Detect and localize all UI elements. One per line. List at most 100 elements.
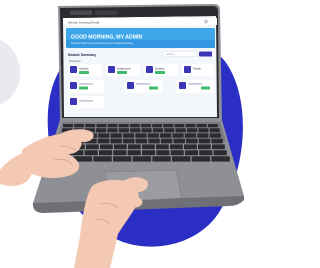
keyboard-key[interactable] (185, 124, 196, 128)
tile-icon (127, 82, 134, 89)
user-avatar[interactable] (204, 19, 208, 24)
keyboard-key[interactable] (128, 144, 141, 150)
keyboard-key[interactable] (191, 156, 211, 162)
tile-icon (70, 66, 77, 73)
keyboard-key[interactable] (209, 128, 220, 133)
keyboard-key[interactable] (74, 124, 85, 128)
keyboard-key[interactable] (118, 124, 129, 128)
keyboard-key[interactable] (156, 150, 170, 156)
keyboard-key[interactable] (114, 144, 127, 150)
banner-title: GOOD MORNING, MY ADMIN (71, 35, 142, 41)
keyboard-key[interactable] (197, 133, 209, 138)
keyboard-key[interactable] (174, 124, 185, 128)
keyboard-key[interactable] (198, 138, 211, 144)
tile-name: Assignments (117, 68, 131, 71)
photo-scene: Service Learning Portal GOOD MORNING, MY… (0, 0, 245, 268)
keyboard-key[interactable] (164, 128, 175, 133)
keyboard-key[interactable] (123, 138, 135, 144)
keyboard-key[interactable] (198, 128, 209, 133)
tile-name: Students (155, 68, 165, 71)
keyboard-key[interactable] (172, 156, 191, 162)
keyboard-key[interactable] (113, 156, 132, 162)
search-placeholder: Search... (166, 53, 176, 56)
keyboard-key[interactable] (135, 138, 148, 144)
banner-subtitle: Welcome back! Here is an overview of you… (71, 42, 134, 45)
keyboard-key[interactable] (130, 128, 141, 133)
app-title: Service Learning Portal (68, 20, 100, 24)
status-badge (201, 86, 210, 90)
keyboard-key[interactable] (93, 156, 112, 162)
keyboard-key[interactable] (100, 144, 113, 150)
keyboard-key[interactable] (152, 156, 171, 162)
keyboard-key[interactable] (85, 124, 96, 128)
keyboard-key[interactable] (148, 138, 160, 144)
keyboard-key[interactable] (211, 138, 223, 144)
keyboard-key[interactable] (147, 133, 159, 138)
tile-icon (146, 66, 153, 73)
tile-name: Faculty (193, 68, 202, 71)
keyboard-key[interactable] (170, 150, 184, 156)
keyboard-key[interactable] (142, 150, 156, 156)
status-badge (155, 71, 165, 74)
keyboard-key[interactable] (212, 144, 225, 150)
keyboard-key[interactable] (129, 124, 140, 128)
keyboard-key[interactable] (135, 133, 147, 138)
keyboard-key[interactable] (107, 124, 118, 128)
keyboard-key[interactable] (211, 156, 230, 162)
keyboard-key[interactable] (127, 150, 141, 156)
tile-name: Activities (79, 68, 89, 71)
keyboard-key[interactable] (122, 133, 135, 138)
keyboard-key[interactable] (199, 150, 213, 156)
keyboard-key[interactable] (184, 144, 197, 150)
keyboard-key[interactable] (170, 144, 183, 150)
subsection-title: Overview (69, 59, 82, 63)
keyboard-key[interactable] (141, 128, 152, 133)
keyboard-key[interactable] (96, 124, 107, 128)
keyboard-key[interactable] (175, 128, 186, 133)
browser-tab[interactable] (70, 10, 92, 16)
tile-icon (184, 66, 191, 73)
status-badge (117, 71, 127, 74)
tile-icon (70, 98, 77, 105)
keyboard-key[interactable] (110, 138, 122, 144)
app-screen: Service Learning Portal GOOD MORNING, MY… (63, 8, 217, 117)
keyboard-key[interactable] (160, 133, 172, 138)
search-button[interactable] (199, 51, 212, 57)
keyboard-key[interactable] (110, 133, 122, 138)
keyboard-key[interactable] (132, 156, 152, 162)
keyboard-key[interactable] (118, 128, 129, 133)
keyboard-key[interactable] (152, 124, 163, 128)
laptop-illustration: Service Learning Portal GOOD MORNING, MY… (0, 4, 245, 268)
keyboard-key[interactable] (186, 138, 198, 144)
keyboard-key[interactable] (156, 144, 169, 150)
keyboard-key[interactable] (185, 150, 199, 156)
keyboard-key[interactable] (207, 124, 218, 128)
keyboard-key[interactable] (196, 124, 207, 128)
keyboard-key[interactable] (186, 128, 198, 133)
keyboard-key[interactable] (198, 144, 211, 150)
keyboard-key[interactable] (107, 128, 118, 133)
section-title: Module Summary (68, 53, 96, 57)
tile-icon (179, 82, 186, 89)
keyboard-key[interactable] (96, 128, 107, 133)
status-badge (79, 71, 89, 74)
keyboard-key[interactable] (213, 150, 227, 156)
keyboard-key[interactable] (97, 138, 110, 144)
keyboard-key[interactable] (63, 124, 73, 128)
keyboard-key[interactable] (163, 124, 174, 128)
keyboard-key[interactable] (142, 144, 155, 150)
browser-tab[interactable] (95, 10, 117, 16)
keyboard-key[interactable] (86, 144, 99, 150)
keyboard-key[interactable] (98, 133, 110, 138)
keyboard-key[interactable] (84, 150, 98, 156)
keyboard-key[interactable] (173, 138, 185, 144)
keyboard-key[interactable] (160, 138, 173, 144)
keyboard-key[interactable] (99, 150, 113, 156)
status-badge (149, 86, 158, 90)
keyboard-key[interactable] (172, 133, 184, 138)
keyboard-key[interactable] (184, 133, 197, 138)
keyboard-key[interactable] (152, 128, 164, 133)
keyboard-key[interactable] (141, 124, 151, 128)
keyboard-key[interactable] (209, 133, 221, 138)
keyboard-key[interactable] (113, 150, 127, 156)
